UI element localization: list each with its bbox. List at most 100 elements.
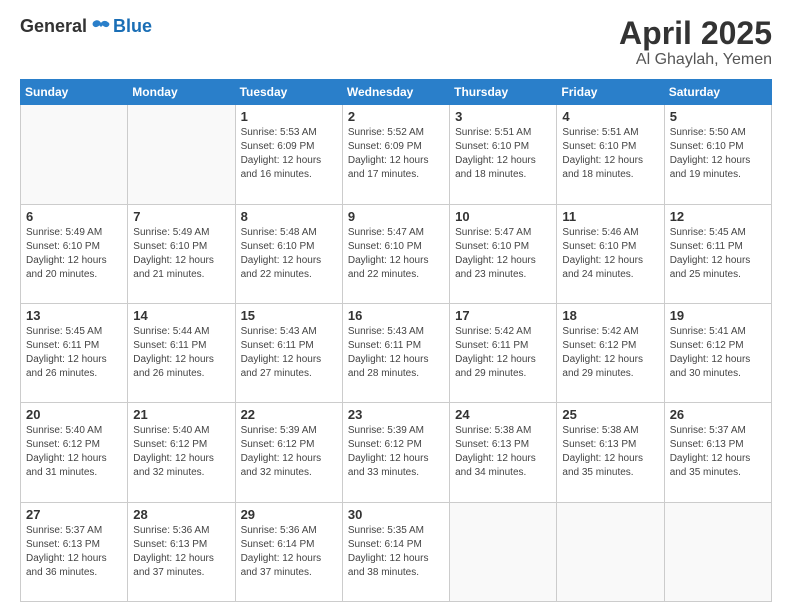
- day-number: 20: [26, 407, 122, 422]
- day-detail: Sunrise: 5:47 AMSunset: 6:10 PMDaylight:…: [455, 226, 551, 282]
- calendar-cell: 4 Sunrise: 5:51 AMSunset: 6:10 PMDaylight…: [557, 105, 664, 204]
- calendar-cell: 29 Sunrise: 5:36 AMSunset: 6:14 PMDayligh…: [235, 502, 342, 601]
- calendar-header-row: Sunday Monday Tuesday Wednesday Thursday…: [21, 80, 772, 105]
- day-detail: Sunrise: 5:50 AMSunset: 6:10 PMDaylight:…: [670, 126, 766, 182]
- calendar-week-row: 13 Sunrise: 5:45 AMSunset: 6:11 PMDayligh…: [21, 303, 772, 402]
- day-detail: Sunrise: 5:36 AMSunset: 6:13 PMDaylight:…: [133, 524, 229, 580]
- day-detail: Sunrise: 5:35 AMSunset: 6:14 PMDaylight:…: [348, 524, 444, 580]
- day-detail: Sunrise: 5:39 AMSunset: 6:12 PMDaylight:…: [348, 424, 444, 480]
- day-detail: Sunrise: 5:46 AMSunset: 6:10 PMDaylight:…: [562, 226, 658, 282]
- calendar-cell: 19 Sunrise: 5:41 AMSunset: 6:12 PMDayligh…: [664, 303, 771, 402]
- header-saturday: Saturday: [664, 80, 771, 105]
- calendar-cell: 15 Sunrise: 5:43 AMSunset: 6:11 PMDayligh…: [235, 303, 342, 402]
- calendar-location: Al Ghaylah, Yemen: [619, 51, 772, 69]
- day-number: 5: [670, 109, 766, 124]
- day-detail: Sunrise: 5:41 AMSunset: 6:12 PMDaylight:…: [670, 325, 766, 381]
- calendar-cell: 1Sunrise: 5:53 AMSunset: 6:09 PMDaylight…: [235, 105, 342, 204]
- day-number: 26: [670, 407, 766, 422]
- day-detail: Sunrise: 5:43 AMSunset: 6:11 PMDaylight:…: [241, 325, 337, 381]
- day-number: 23: [348, 407, 444, 422]
- day-number: 27: [26, 507, 122, 522]
- calendar-cell: 23 Sunrise: 5:39 AMSunset: 6:12 PMDayligh…: [342, 403, 449, 502]
- day-number: 18: [562, 308, 658, 323]
- calendar-cell: [450, 502, 557, 601]
- day-number: 24: [455, 407, 551, 422]
- header-sunday: Sunday: [21, 80, 128, 105]
- calendar-cell: 16 Sunrise: 5:43 AMSunset: 6:11 PMDayligh…: [342, 303, 449, 402]
- day-detail: Sunrise: 5:48 AMSunset: 6:10 PMDaylight:…: [241, 226, 337, 282]
- day-number: 21: [133, 407, 229, 422]
- day-detail: Sunrise: 5:49 AMSunset: 6:10 PMDaylight:…: [26, 226, 122, 282]
- day-detail: Sunrise: 5:37 AMSunset: 6:13 PMDaylight:…: [670, 424, 766, 480]
- day-number: 30: [348, 507, 444, 522]
- calendar-cell: 18 Sunrise: 5:42 AMSunset: 6:12 PMDayligh…: [557, 303, 664, 402]
- day-detail: Sunrise: 5:51 AMSunset: 6:10 PMDaylight:…: [455, 126, 551, 182]
- calendar-cell: [557, 502, 664, 601]
- calendar-week-row: 27 Sunrise: 5:37 AMSunset: 6:13 PMDayligh…: [21, 502, 772, 601]
- day-detail: Sunrise: 5:38 AMSunset: 6:13 PMDaylight:…: [562, 424, 658, 480]
- calendar-cell: [21, 105, 128, 204]
- calendar-cell: 2 Sunrise: 5:52 AMSunset: 6:09 PMDaylight…: [342, 105, 449, 204]
- day-number: 25: [562, 407, 658, 422]
- calendar-cell: 10 Sunrise: 5:47 AMSunset: 6:10 PMDayligh…: [450, 204, 557, 303]
- calendar-cell: 5 Sunrise: 5:50 AMSunset: 6:10 PMDaylight…: [664, 105, 771, 204]
- day-detail: Sunrise: 5:42 AMSunset: 6:11 PMDaylight:…: [455, 325, 551, 381]
- calendar-cell: 3 Sunrise: 5:51 AMSunset: 6:10 PMDaylight…: [450, 105, 557, 204]
- calendar-cell: 7Sunrise: 5:49 AMSunset: 6:10 PMDaylight…: [128, 204, 235, 303]
- header-monday: Monday: [128, 80, 235, 105]
- day-number: 2: [348, 109, 444, 124]
- calendar-cell: 24Sunrise: 5:38 AMSunset: 6:13 PMDayligh…: [450, 403, 557, 502]
- day-number: 15: [241, 308, 337, 323]
- day-detail: Sunrise: 5:40 AMSunset: 6:12 PMDaylight:…: [26, 424, 122, 480]
- calendar-cell: 20 Sunrise: 5:40 AMSunset: 6:12 PMDayligh…: [21, 403, 128, 502]
- calendar-cell: [664, 502, 771, 601]
- day-detail: Sunrise: 5:52 AMSunset: 6:09 PMDaylight:…: [348, 126, 444, 182]
- calendar-week-row: 6 Sunrise: 5:49 AMSunset: 6:10 PMDaylight…: [21, 204, 772, 303]
- day-detail: Sunrise: 5:37 AMSunset: 6:13 PMDaylight:…: [26, 524, 122, 580]
- calendar-cell: 21Sunrise: 5:40 AMSunset: 6:12 PMDayligh…: [128, 403, 235, 502]
- calendar-cell: 28 Sunrise: 5:36 AMSunset: 6:13 PMDayligh…: [128, 502, 235, 601]
- calendar-cell: 13 Sunrise: 5:45 AMSunset: 6:11 PMDayligh…: [21, 303, 128, 402]
- day-detail: Sunrise: 5:42 AMSunset: 6:12 PMDaylight:…: [562, 325, 658, 381]
- day-detail: Sunrise: 5:39 AMSunset: 6:12 PMDaylight:…: [241, 424, 337, 480]
- day-number: 16: [348, 308, 444, 323]
- header-tuesday: Tuesday: [235, 80, 342, 105]
- day-number: 29: [241, 507, 337, 522]
- calendar-cell: [128, 105, 235, 204]
- day-number: 6: [26, 209, 122, 224]
- day-number: 10: [455, 209, 551, 224]
- day-number: 13: [26, 308, 122, 323]
- day-number: 19: [670, 308, 766, 323]
- day-detail: Sunrise: 5:43 AMSunset: 6:11 PMDaylight:…: [348, 325, 444, 381]
- calendar-cell: 9Sunrise: 5:47 AMSunset: 6:10 PMDaylight…: [342, 204, 449, 303]
- day-number: 8: [241, 209, 337, 224]
- day-number: 4: [562, 109, 658, 124]
- calendar-cell: 14 Sunrise: 5:44 AMSunset: 6:11 PMDayligh…: [128, 303, 235, 402]
- day-number: 17: [455, 308, 551, 323]
- calendar-cell: 25 Sunrise: 5:38 AMSunset: 6:13 PMDayligh…: [557, 403, 664, 502]
- day-detail: Sunrise: 5:44 AMSunset: 6:11 PMDaylight:…: [133, 325, 229, 381]
- day-detail: Sunrise: 5:51 AMSunset: 6:10 PMDaylight:…: [562, 126, 658, 182]
- calendar-cell: 6 Sunrise: 5:49 AMSunset: 6:10 PMDaylight…: [21, 204, 128, 303]
- calendar-cell: 17 Sunrise: 5:42 AMSunset: 6:11 PMDayligh…: [450, 303, 557, 402]
- day-number: 22: [241, 407, 337, 422]
- day-detail: Sunrise: 5:47 AMSunset: 6:10 PMDaylight:…: [348, 226, 444, 282]
- day-number: 7: [133, 209, 229, 224]
- calendar-title: April 2025: [619, 16, 772, 51]
- day-number: 14: [133, 308, 229, 323]
- day-number: 3: [455, 109, 551, 124]
- header-friday: Friday: [557, 80, 664, 105]
- header-thursday: Thursday: [450, 80, 557, 105]
- logo-blue-text: Blue: [113, 16, 152, 37]
- day-detail: Sunrise: 5:53 AMSunset: 6:09 PMDaylight:…: [241, 126, 337, 182]
- calendar-week-row: 20 Sunrise: 5:40 AMSunset: 6:12 PMDayligh…: [21, 403, 772, 502]
- calendar-week-row: 1Sunrise: 5:53 AMSunset: 6:09 PMDaylight…: [21, 105, 772, 204]
- calendar-cell: 22 Sunrise: 5:39 AMSunset: 6:12 PMDayligh…: [235, 403, 342, 502]
- day-number: 11: [562, 209, 658, 224]
- day-number: 28: [133, 507, 229, 522]
- header: General Blue April 2025 Al Ghaylah, Yeme…: [20, 16, 772, 69]
- calendar-cell: 8 Sunrise: 5:48 AMSunset: 6:10 PMDaylight…: [235, 204, 342, 303]
- page: General Blue April 2025 Al Ghaylah, Yeme…: [0, 0, 792, 612]
- day-detail: Sunrise: 5:45 AMSunset: 6:11 PMDaylight:…: [26, 325, 122, 381]
- day-detail: Sunrise: 5:36 AMSunset: 6:14 PMDaylight:…: [241, 524, 337, 580]
